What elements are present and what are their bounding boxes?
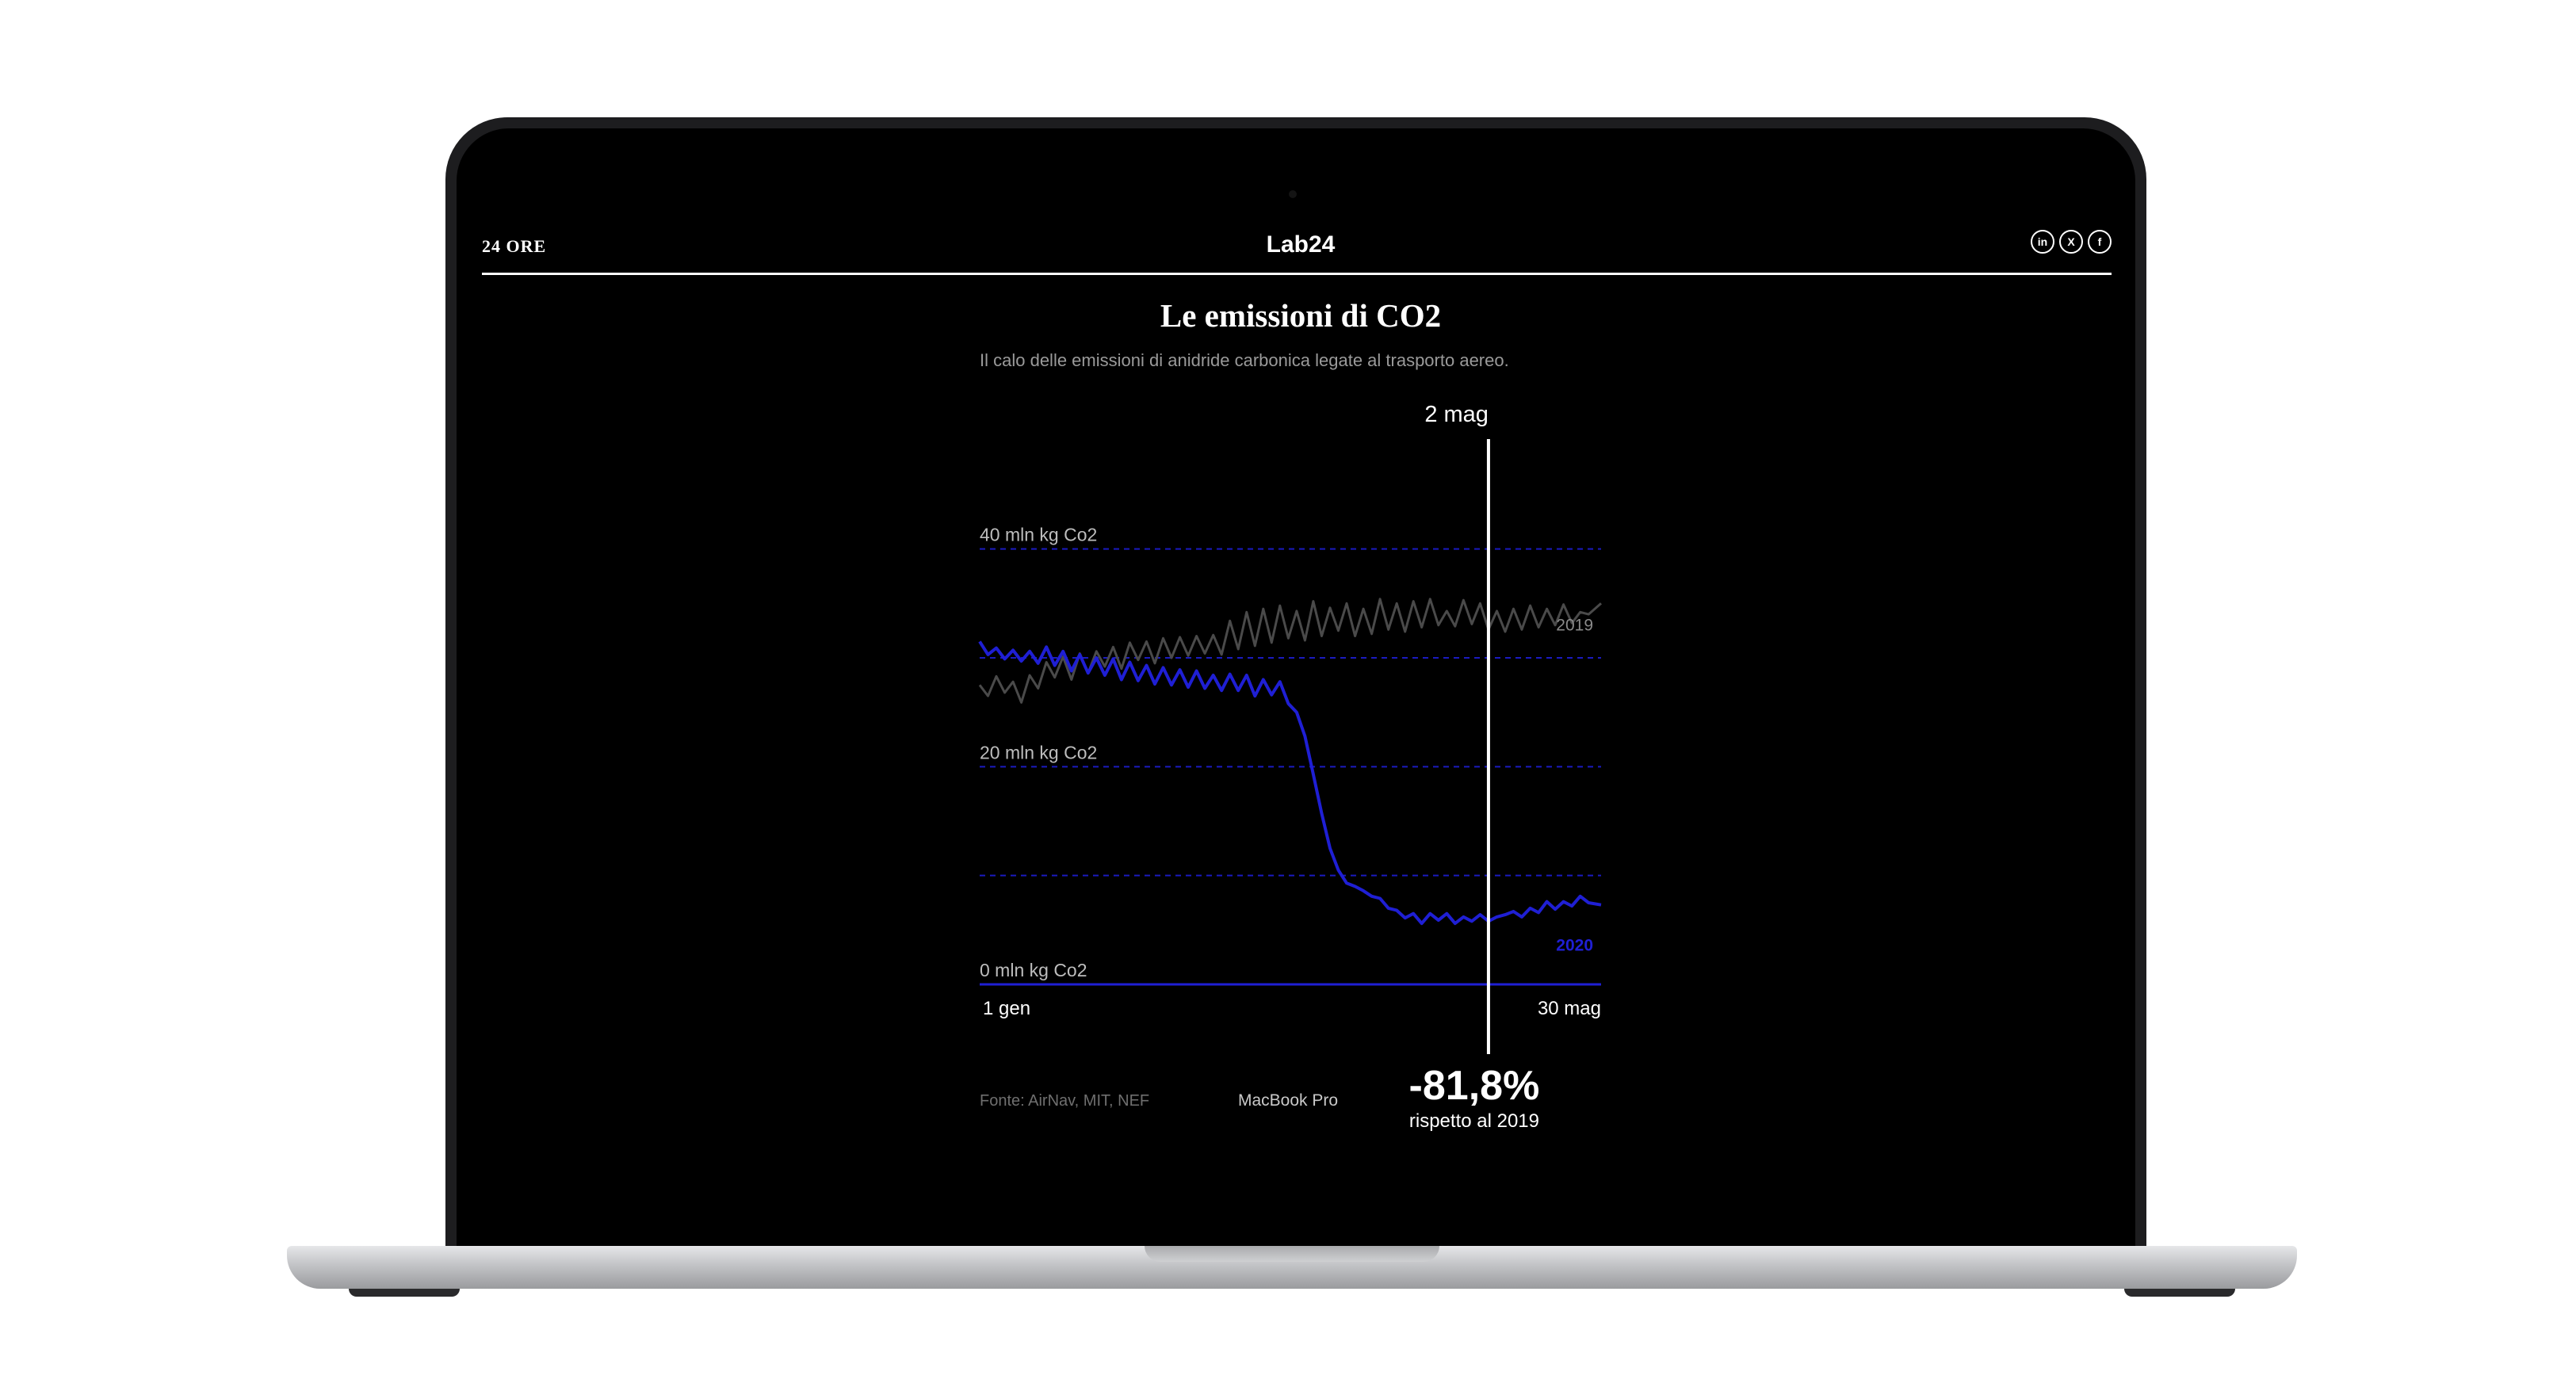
y-tick-label: 0 mln kg Co2 [980, 960, 1087, 980]
series-label: 2019 [1556, 616, 1593, 634]
camera-dot [1289, 190, 1297, 198]
laptop-foot-right [2124, 1289, 2235, 1297]
y-tick-label: 20 mln kg Co2 [980, 742, 1097, 762]
series-line-2019 [978, 598, 1602, 704]
laptop-base [287, 1246, 2297, 1289]
screen: 24 ORE Lab24 in X f Le emissioni di CO2 … [472, 208, 2129, 1230]
co2-line-chart[interactable]: 40 mln kg Co2 20 mln kg Co2 0 mln kg Co2 1 … [472, 208, 2129, 1230]
y-tick-label: 40 mln kg Co2 [980, 525, 1097, 545]
x-tick-label: 30 mag [1538, 998, 1601, 1019]
screen-bezel: 24 ORE Lab24 in X f Le emissioni di CO2 … [457, 128, 2135, 1251]
laptop-lid: 24 ORE Lab24 in X f Le emissioni di CO2 … [445, 117, 2146, 1251]
series-label: 2020 [1556, 937, 1593, 955]
marker-sub-label: rispetto al 2019 [1409, 1110, 1539, 1132]
device-model-label: MacBook Pro [1237, 1091, 1339, 1110]
series-line-2020 [978, 640, 1602, 926]
marker-date-label: 2 mag [1424, 402, 1489, 427]
laptop-foot-left [349, 1289, 460, 1297]
x-tick-label: 1 gen [983, 998, 1030, 1019]
lid-notch [1145, 1246, 1439, 1262]
